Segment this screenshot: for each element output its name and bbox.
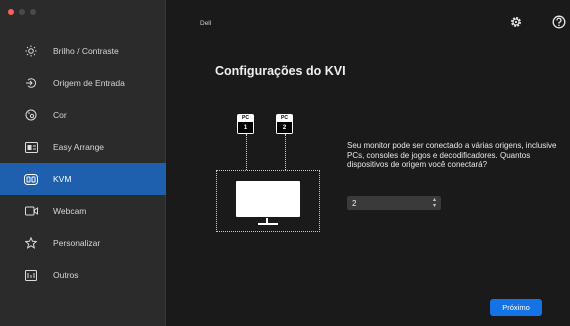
sidebar-item-cor[interactable]: Cor [0, 99, 166, 131]
sidebar-item-label: Brilho / Contraste [53, 46, 119, 56]
kvm-diagram: PC 1 PC 2 [216, 110, 326, 235]
device-count-value: 2 [352, 198, 357, 208]
window-controls [8, 9, 36, 15]
other-icon [23, 267, 39, 283]
minimize-window-button[interactable] [19, 9, 25, 15]
page-title: Configurações do KVI [215, 64, 346, 78]
gear-icon[interactable] [509, 15, 523, 29]
zoom-window-button[interactable] [30, 9, 36, 15]
pc-tag: PC 2 [276, 114, 293, 134]
kvm-icon [23, 171, 39, 187]
sidebar-item-label: Outros [53, 270, 79, 280]
pc-tag: PC 1 [237, 114, 254, 134]
sidebar-item-label: Cor [53, 110, 67, 120]
sidebar-item-webcam[interactable]: Webcam [0, 195, 166, 227]
main-panel: Dell Configurações do KVI PC 1 PC 2 Seu … [166, 0, 570, 326]
sidebar-item-label: Webcam [53, 206, 87, 216]
device-count-select[interactable]: 2 ▴ ▾ [347, 196, 441, 210]
easy-arrange-icon [23, 139, 39, 155]
close-window-button[interactable] [8, 9, 14, 15]
sidebar-item-kvm[interactable]: KVM [0, 163, 166, 195]
connection-line [285, 134, 286, 170]
sidebar-item-origem-de-entrada[interactable]: Origem de Entrada [0, 67, 166, 99]
help-icon[interactable] [552, 15, 566, 29]
connection-line [246, 134, 247, 170]
sidebar-item-label: KVM [53, 174, 72, 184]
next-button[interactable]: Próximo [490, 299, 542, 316]
color-icon [23, 107, 39, 123]
sidebar-item-label: Personalizar [53, 238, 101, 248]
kvm-description: Seu monitor pode ser conectado a várias … [347, 141, 557, 169]
monitor-frame [216, 170, 320, 232]
sidebar: Brilho / Contraste Origem de Entrada Cor… [0, 0, 166, 326]
app-title: Dell [200, 20, 212, 27]
pc-tag-label: PC [276, 114, 293, 122]
sidebar-item-outros[interactable]: Outros [0, 259, 166, 291]
sidebar-item-personalizar[interactable]: Personalizar [0, 227, 166, 259]
brightness-icon [23, 43, 39, 59]
pc-tag-number: 2 [276, 122, 293, 134]
sidebar-nav: Brilho / Contraste Origem de Entrada Cor… [0, 35, 166, 291]
pc-tag-number: 1 [237, 122, 254, 134]
monitor-screen [236, 181, 300, 217]
input-source-icon [23, 75, 39, 91]
webcam-icon [23, 203, 39, 219]
sidebar-item-label: Origem de Entrada [53, 78, 125, 88]
sidebar-item-brilho-contraste[interactable]: Brilho / Contraste [0, 35, 166, 67]
monitor-base [258, 223, 278, 225]
sidebar-item-easy-arrange[interactable]: Easy Arrange [0, 131, 166, 163]
select-arrows-icon: ▴ ▾ [432, 197, 436, 209]
pc-tag-label: PC [237, 114, 254, 122]
star-icon [23, 235, 39, 251]
sidebar-item-label: Easy Arrange [53, 142, 105, 152]
